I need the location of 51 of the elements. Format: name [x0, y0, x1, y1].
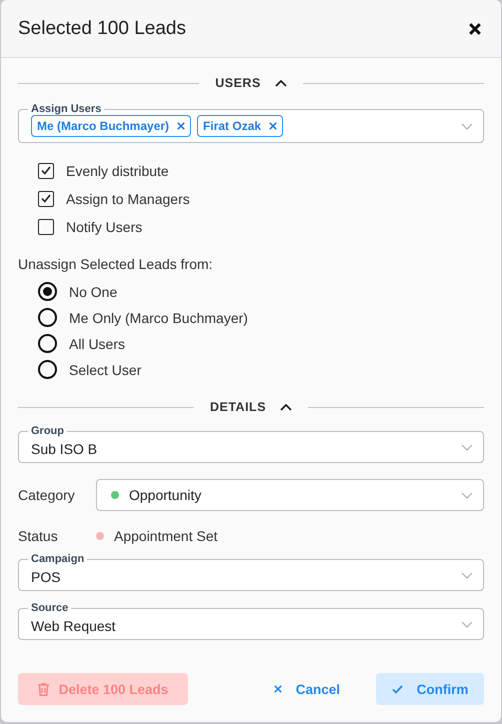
- radio-button[interactable]: [38, 308, 57, 327]
- field-value: POS: [31, 568, 62, 585]
- radio-label: Me Only (Marco Buchmayer): [69, 310, 248, 326]
- user-chip[interactable]: Firat Ozak: [197, 115, 284, 137]
- chevron-down-icon: [461, 122, 473, 130]
- checkbox-label: Assign to Managers: [66, 190, 190, 206]
- checkbox[interactable]: [38, 162, 54, 178]
- dialog-title: Selected 100 Leads: [18, 18, 186, 40]
- checkbox-label: Notify Users: [66, 218, 142, 234]
- radio-label: Select User: [69, 362, 142, 378]
- section-toggle[interactable]: DETAILS: [210, 400, 292, 414]
- close-icon: [469, 22, 481, 34]
- radio-label: No One: [69, 284, 118, 300]
- field-value: Web Request: [31, 617, 117, 634]
- field-label: Assign Users: [28, 102, 104, 116]
- checkbox[interactable]: [38, 218, 54, 234]
- chevron-up-icon: [280, 404, 292, 410]
- field-value: Sub ISO B: [31, 440, 98, 457]
- chevron-down-icon: [461, 620, 473, 628]
- select-field[interactable]: Opportunity: [96, 479, 484, 511]
- field-label: Category: [18, 487, 76, 503]
- section-label: Unassign Selected Leads from:: [18, 256, 214, 272]
- checkbox-label: Evenly distribute: [66, 162, 169, 178]
- user-chip[interactable]: Me (Marco Buchmayer): [31, 115, 192, 137]
- close-button[interactable]: [469, 22, 481, 34]
- radio-button[interactable]: [38, 334, 57, 353]
- check-icon: [392, 684, 403, 694]
- remove-icon: [177, 122, 186, 130]
- close-icon: [274, 685, 282, 693]
- trash-icon: [38, 682, 49, 696]
- checkmark-icon: [41, 194, 51, 203]
- checkmark-icon: [41, 166, 51, 175]
- chevron-down-icon: [461, 444, 473, 450]
- field-label: Campaign: [28, 552, 88, 566]
- select-field[interactable]: Group Sub ISO B: [18, 424, 484, 463]
- field-label: Group: [28, 424, 67, 438]
- select-field[interactable]: Campaign POS: [18, 552, 484, 591]
- chevron-down-icon: [461, 572, 473, 578]
- status-value: Appointment Set: [114, 528, 218, 544]
- remove-icon: [269, 122, 278, 130]
- chevron-down-icon: [461, 492, 473, 498]
- field-label: Status: [18, 528, 59, 544]
- radio-button[interactable]: [38, 282, 57, 301]
- radio-label: All Users: [69, 336, 126, 352]
- section-toggle[interactable]: USERS: [215, 76, 287, 90]
- radio-button[interactable]: [38, 360, 57, 379]
- checkbox[interactable]: [38, 190, 54, 206]
- select-field[interactable]: Source Web Request: [18, 601, 484, 640]
- field-value: Opportunity: [129, 487, 202, 503]
- chevron-up-icon: [274, 80, 287, 86]
- assign-users-field[interactable]: Assign Users Me (Marco Buchmayer) Firat Ozak: [18, 102, 484, 143]
